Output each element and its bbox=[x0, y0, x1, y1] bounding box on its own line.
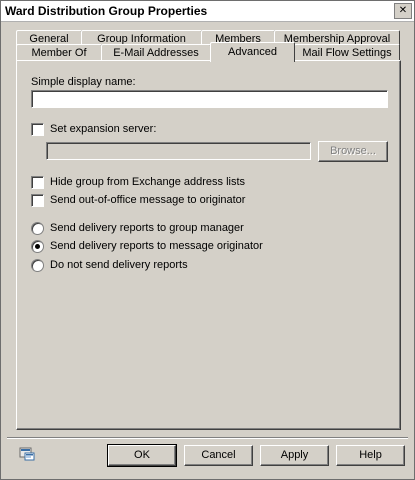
no-delivery-reports-label: Do not send delivery reports bbox=[50, 259, 188, 271]
help-icon bbox=[19, 447, 35, 461]
report-to-group-manager-label: Send delivery reports to group manager bbox=[50, 222, 244, 234]
apply-button[interactable]: Apply bbox=[260, 445, 329, 466]
ok-button[interactable]: OK bbox=[107, 444, 177, 467]
radio-report-to-message-originator[interactable] bbox=[31, 240, 44, 253]
send-out-of-office-checkbox[interactable] bbox=[31, 194, 44, 207]
expansion-server-field bbox=[46, 142, 311, 160]
tab-advanced[interactable]: Advanced bbox=[210, 42, 295, 62]
report-to-message-originator-label: Send delivery reports to message origina… bbox=[50, 240, 263, 252]
set-expansion-server-checkbox[interactable] bbox=[31, 123, 44, 136]
close-icon[interactable]: ✕ bbox=[394, 3, 412, 19]
radio-report-to-group-manager[interactable] bbox=[31, 222, 44, 235]
properties-dialog: Ward Distribution Group Properties ✕ Gen… bbox=[0, 0, 415, 480]
radio-no-delivery-reports[interactable] bbox=[31, 259, 44, 272]
help-button[interactable]: Help bbox=[336, 445, 405, 466]
browse-button: Browse... bbox=[318, 141, 388, 162]
title-bar[interactable]: Ward Distribution Group Properties ✕ bbox=[1, 1, 414, 22]
hide-from-address-lists-checkbox[interactable] bbox=[31, 176, 44, 189]
separator bbox=[7, 437, 408, 439]
advanced-tab-panel: Simple display name: Set expansion serve… bbox=[16, 60, 401, 430]
hide-from-address-lists-label: Hide group from Exchange address lists bbox=[50, 176, 246, 188]
simple-display-name-field[interactable] bbox=[31, 90, 388, 108]
window-title: Ward Distribution Group Properties bbox=[5, 4, 208, 18]
simple-display-name-label: Simple display name: bbox=[31, 76, 136, 88]
cancel-button[interactable]: Cancel bbox=[184, 445, 253, 466]
send-out-of-office-label: Send out-of-office message to originator bbox=[50, 194, 246, 206]
set-expansion-server-label: Set expansion server: bbox=[50, 123, 157, 135]
